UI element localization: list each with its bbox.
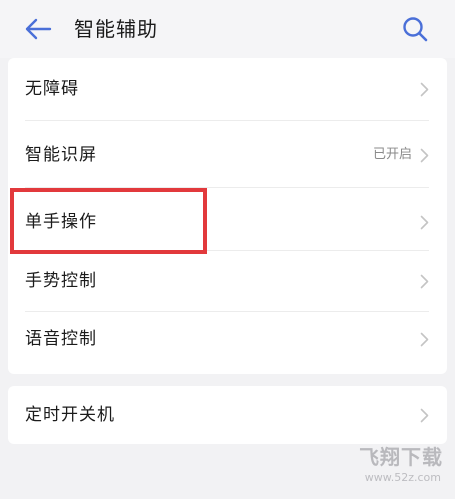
row-label: 单手操作 [25, 212, 97, 232]
row-label: 智能识屏 [25, 145, 97, 165]
watermark-url: www.52z.com [364, 471, 441, 484]
page-title: 智能辅助 [74, 17, 158, 41]
chevron-right-icon [420, 82, 429, 97]
settings-row-accessibility[interactable]: 无障碍 [8, 58, 447, 120]
row-label: 定时开关机 [25, 405, 115, 425]
chevron-right-icon [420, 274, 429, 289]
back-arrow-icon[interactable] [24, 17, 52, 41]
chevron-right-icon [420, 408, 429, 423]
watermark-logo: 飞翔下载 www.52z.com [347, 445, 443, 489]
row-label: 无障碍 [25, 79, 79, 99]
settings-card: 无障碍 智能识屏 已开启 单手操作 手势控制 语音控制 [8, 58, 447, 374]
row-label: 语音控制 [25, 329, 97, 349]
status-text: 已开启 [372, 147, 412, 162]
chevron-right-icon [420, 215, 429, 230]
settings-row-one-handed-mode[interactable]: 单手操作 [8, 188, 447, 250]
chevron-right-icon [420, 332, 429, 347]
row-label: 手势控制 [25, 271, 97, 291]
settings-row-voice-control[interactable]: 语音控制 [8, 312, 447, 374]
settings-row-gesture-control[interactable]: 手势控制 [8, 251, 447, 311]
timer-card: 定时开关机 [8, 386, 447, 444]
chevron-right-icon [420, 148, 429, 163]
search-icon[interactable] [400, 14, 430, 44]
settings-row-scheduled-power[interactable]: 定时开关机 [8, 386, 447, 444]
settings-row-smart-screen-recognition[interactable]: 智能识屏 已开启 [8, 121, 447, 187]
title-bar: 智能辅助 [0, 0, 455, 58]
watermark-title: 飞翔下载 [359, 445, 443, 469]
